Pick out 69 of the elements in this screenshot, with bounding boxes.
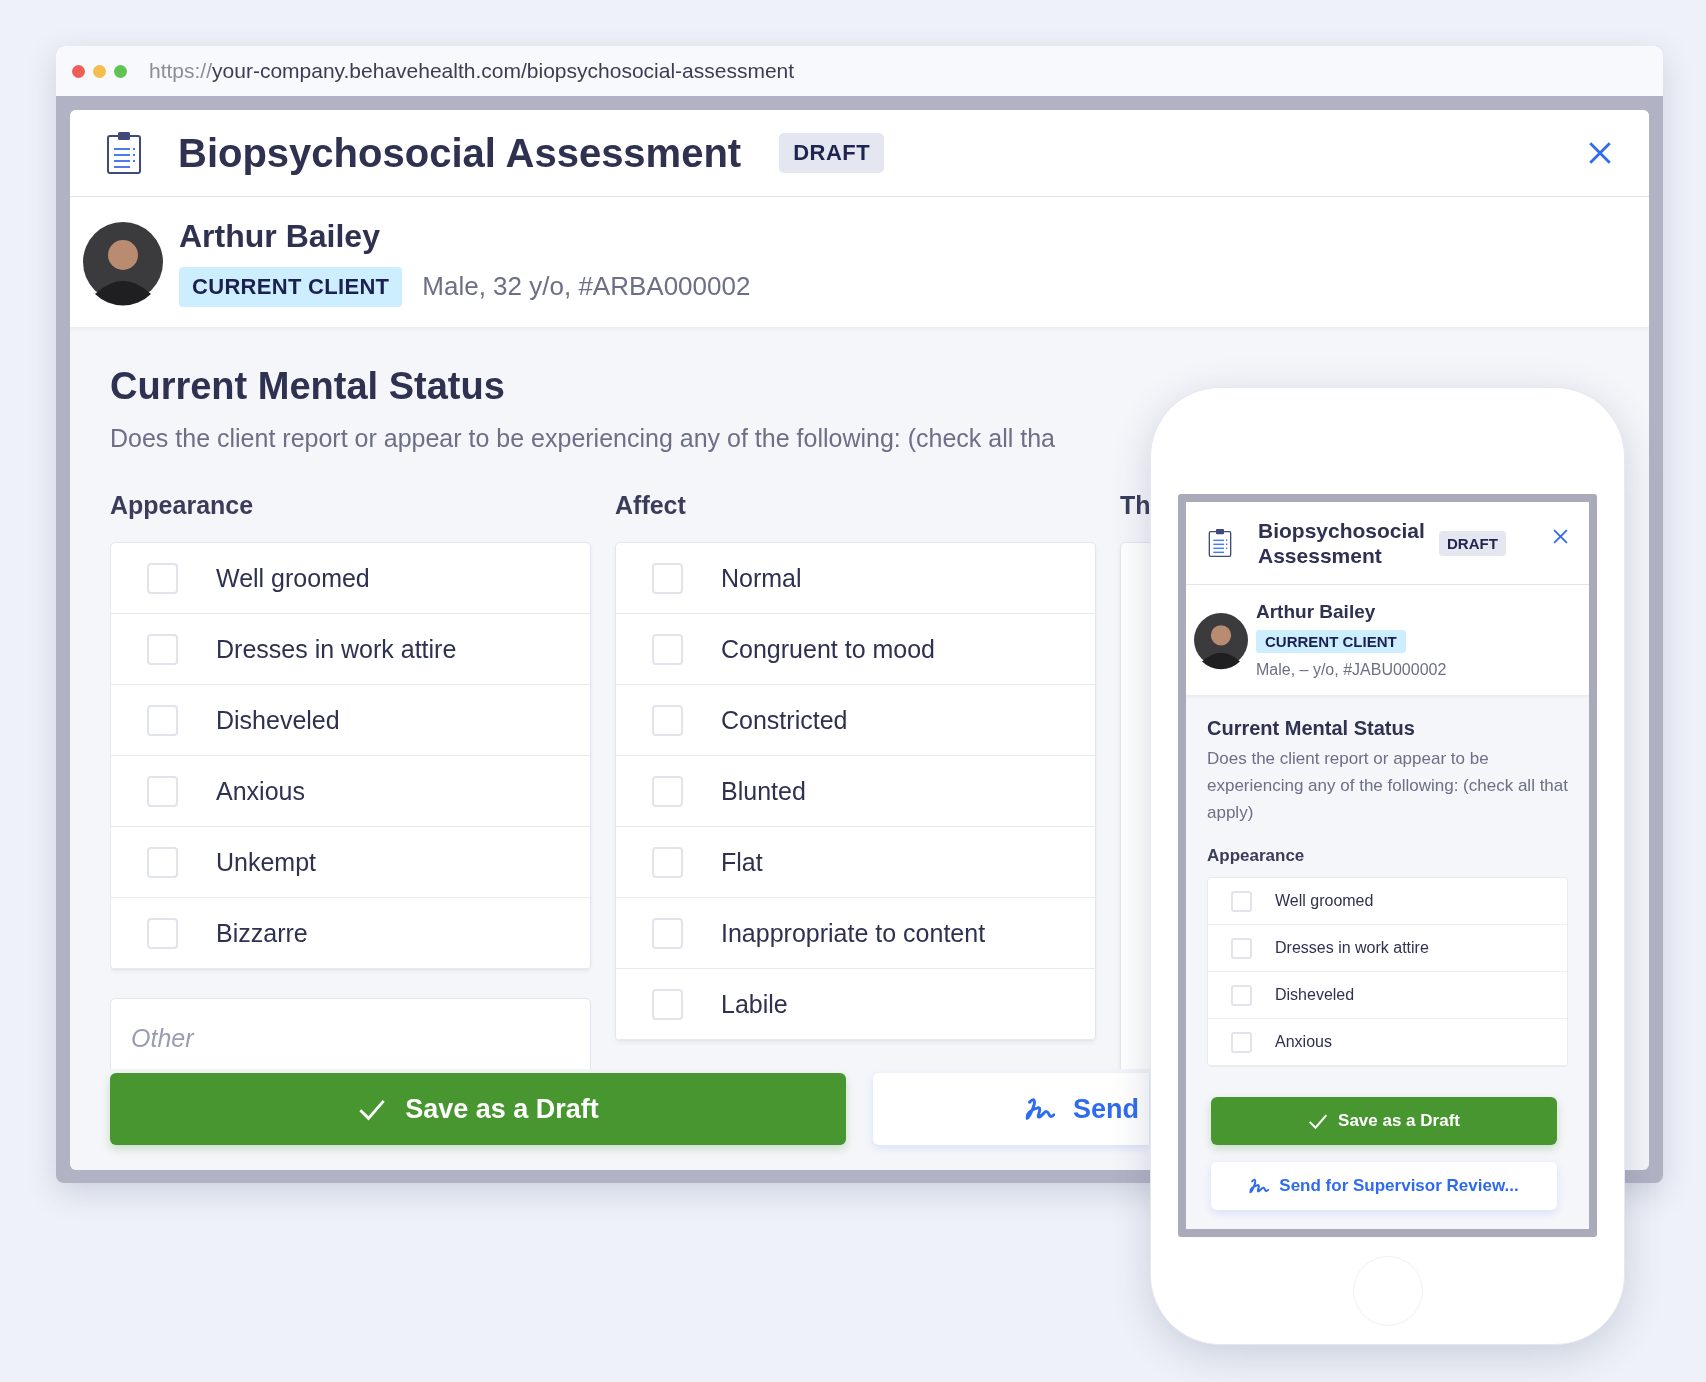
option-label: Disheveled [1275, 986, 1355, 1004]
send-review-button[interactable]: Send [873, 1073, 1149, 1145]
option-label: Inappropriate to content [721, 918, 986, 948]
option-label: Blunted [721, 776, 806, 806]
window-zoom-button[interactable] [114, 64, 127, 78]
checkbox[interactable] [1231, 984, 1252, 1006]
checkbox[interactable] [652, 633, 683, 665]
save-draft-button[interactable]: Save as a Draft [110, 1073, 846, 1145]
column-heading: Th [1120, 491, 1152, 520]
client-name: Arthur Bailey [179, 217, 381, 255]
checkbox[interactable] [147, 846, 178, 878]
checkbox[interactable] [147, 917, 178, 949]
close-icon[interactable] [1552, 528, 1569, 545]
group-heading: Appearance [1207, 846, 1306, 866]
modal-title: Biopsychosocial Assessment [1258, 518, 1426, 568]
checkbox[interactable] [147, 562, 178, 594]
section-title: Current Mental Status [1207, 717, 1416, 740]
url-path: your-company.behavehealth.com/biopsychosocial-assessment [212, 59, 795, 82]
option-label: Disheveled [216, 705, 340, 735]
status-badge: DRAFT [1439, 530, 1506, 556]
client-details: Male, – y/o, #JABU000002 [1256, 661, 1447, 679]
window-close-button[interactable] [72, 64, 85, 78]
other-input-field[interactable]: Other [110, 998, 591, 1069]
url-scheme: https:// [149, 59, 213, 82]
clipboard-icon [1208, 528, 1232, 558]
option-label: Flat [721, 847, 763, 877]
section-description: Does the client report or appear to be experiencing any of the following: (check all tha [110, 424, 1056, 453]
column-heading: Appearance [110, 491, 255, 520]
checkbox[interactable] [147, 704, 178, 736]
option-label: Dresses in work attire [1275, 939, 1429, 957]
column-heading: Affect [615, 491, 687, 520]
option-label: Unkempt [216, 847, 317, 877]
avatar [1194, 610, 1248, 670]
save-draft-button[interactable]: Save as a Draft [1211, 1097, 1557, 1145]
option-label: Labile [721, 989, 788, 1019]
send-review-button[interactable]: Send for Supervisor Review... [1211, 1162, 1557, 1210]
client-details: Male, 32 y/o, #ARBA000002 [422, 271, 751, 302]
option-label: Anxious [1275, 1033, 1332, 1051]
close-icon[interactable] [1587, 140, 1613, 166]
checkbox[interactable] [147, 633, 178, 665]
checkbox[interactable] [652, 775, 683, 807]
signature-icon [1025, 1095, 1055, 1123]
checkbox[interactable] [652, 704, 683, 736]
option-label: Well groomed [216, 563, 370, 593]
option-label: Normal [721, 563, 802, 593]
option-label: Well groomed [1275, 892, 1374, 910]
checkbox[interactable] [652, 988, 683, 1020]
status-badge: DRAFT [779, 133, 885, 173]
clipboard-icon [106, 131, 142, 175]
checkbox[interactable] [1231, 890, 1252, 912]
checkbox[interactable] [1231, 937, 1252, 959]
option-label: Congruent to mood [721, 634, 936, 664]
client-name: Arthur Bailey [1256, 601, 1377, 623]
signature-icon [1249, 1176, 1270, 1196]
option-label: Constricted [721, 705, 848, 735]
section-title: Current Mental Status [110, 365, 506, 408]
section-description: Does the client report or appear to be experiencing any of the following: (check all that apply) [1207, 748, 1568, 824]
client-status-badge: CURRENT CLIENT [179, 266, 403, 307]
checkbox[interactable] [652, 846, 683, 878]
modal-title: Biopsychosocial Assessment [178, 130, 742, 176]
checkbox[interactable] [1231, 1031, 1252, 1053]
checkbox[interactable] [652, 562, 683, 594]
checkbox[interactable] [147, 775, 178, 807]
option-label: Bizzarre [216, 918, 308, 948]
checkbox[interactable] [652, 917, 683, 949]
option-label: Anxious [216, 776, 305, 806]
window-minimize-button[interactable] [93, 64, 106, 78]
client-status-badge: CURRENT CLIENT [1256, 630, 1406, 653]
option-label: Dresses in work attire [216, 634, 457, 664]
